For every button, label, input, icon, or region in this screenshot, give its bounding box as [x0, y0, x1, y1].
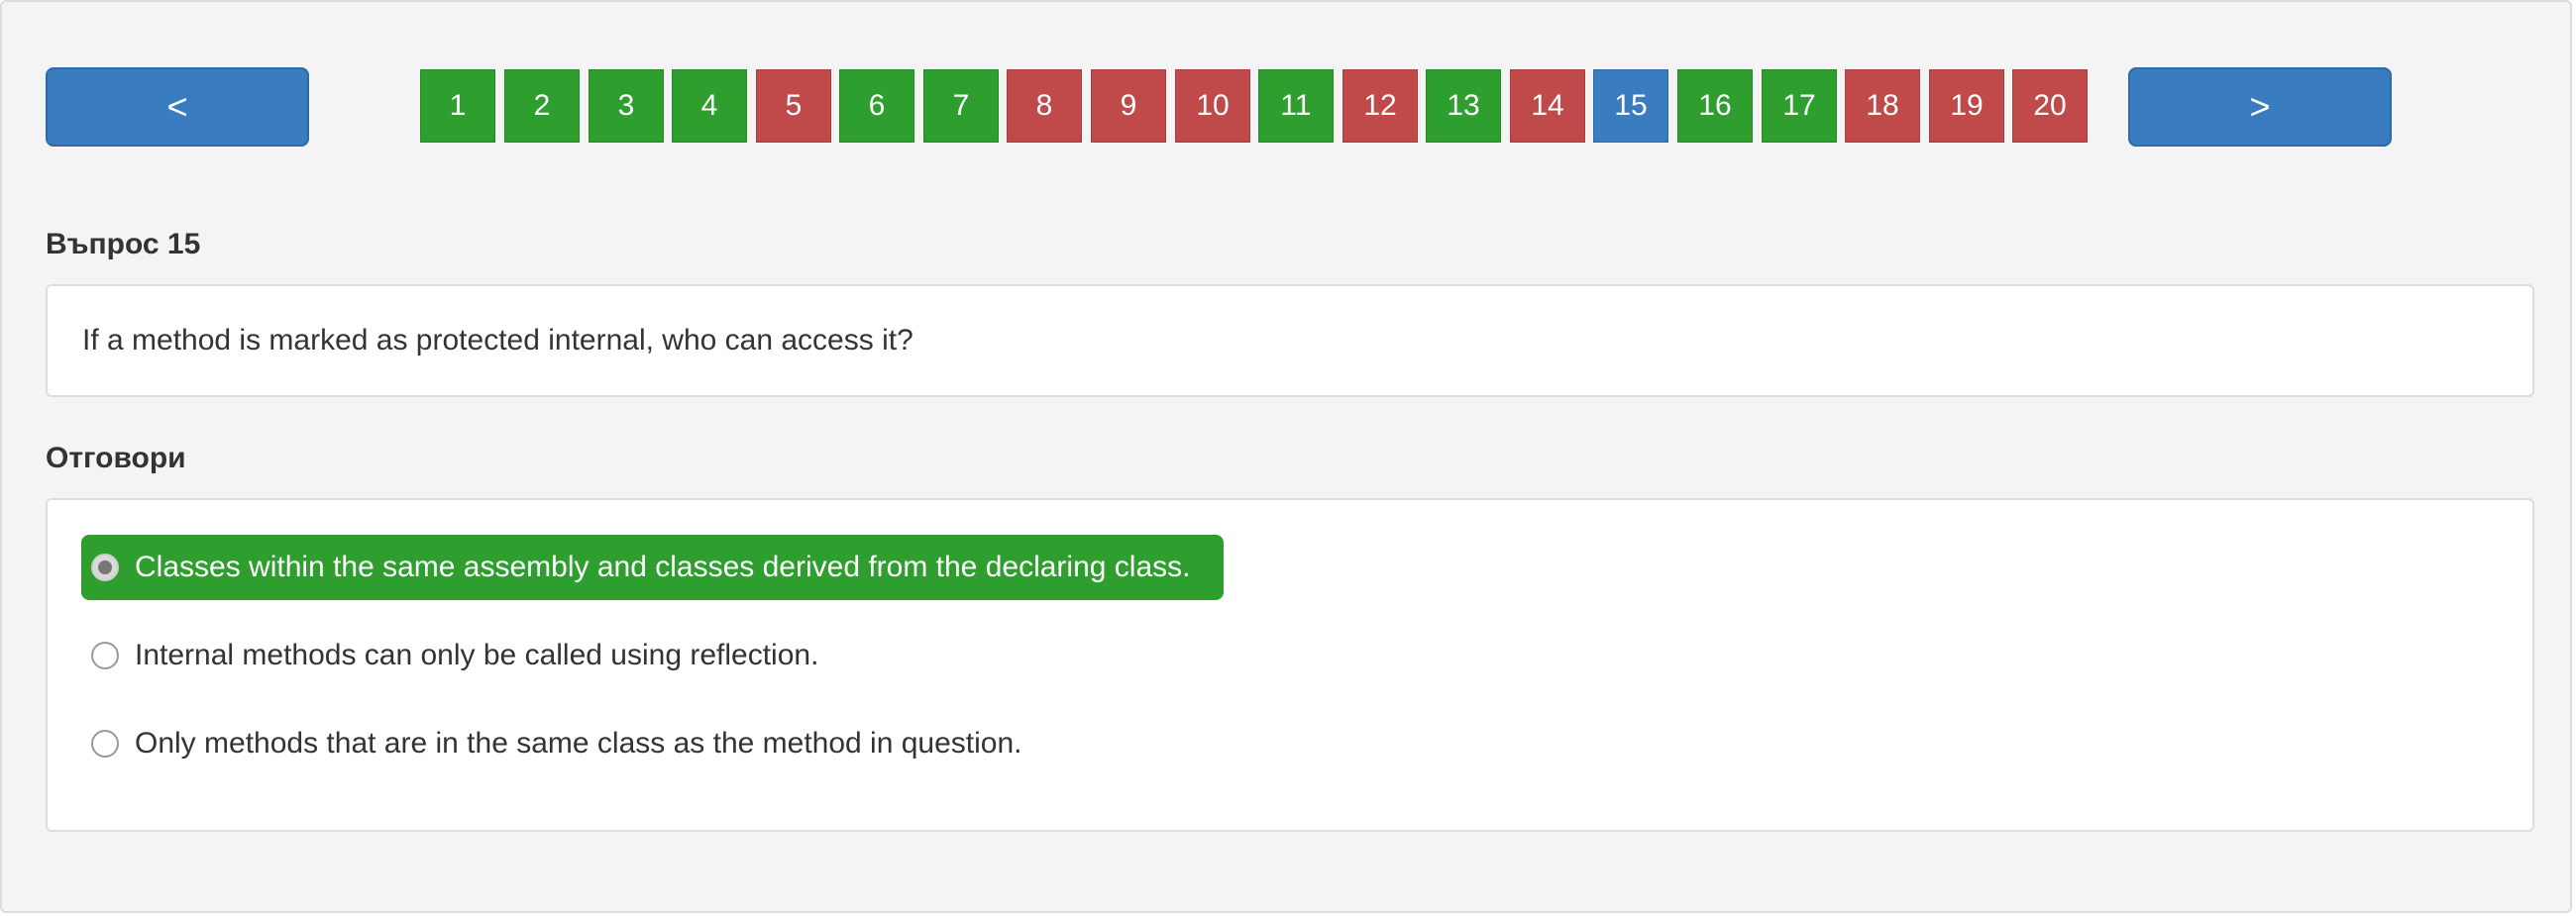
page-14-button[interactable]: 14 — [1510, 69, 1585, 143]
page-16-button[interactable]: 16 — [1677, 69, 1753, 143]
page-8-button[interactable]: 8 — [1007, 69, 1082, 143]
page-6-button[interactable]: 6 — [839, 69, 914, 143]
page-13-button[interactable]: 13 — [1426, 69, 1501, 143]
page-7-button[interactable]: 7 — [923, 69, 999, 143]
answers-heading: Отговори — [46, 442, 186, 474]
page-4-button[interactable]: 4 — [672, 69, 747, 143]
page-5-button[interactable]: 5 — [756, 69, 831, 143]
page-15-button[interactable]: 15 — [1593, 69, 1668, 143]
question-heading: Въпрос 15 — [46, 228, 201, 260]
answer-option-label: Classes within the same assembly and cla… — [135, 551, 1191, 583]
page-11-button[interactable]: 11 — [1258, 69, 1334, 143]
page-10-button[interactable]: 10 — [1175, 69, 1250, 143]
page-17-button[interactable]: 17 — [1762, 69, 1837, 143]
next-question-button[interactable]: > — [2128, 67, 2392, 147]
radio-button-icon[interactable] — [91, 730, 119, 758]
answer-option-2[interactable]: Internal methods can only be called usin… — [81, 623, 852, 688]
answers-box: Classes within the same assembly and cla… — [46, 498, 2534, 832]
answer-option-3[interactable]: Only methods that are in the same class … — [81, 711, 1056, 776]
question-text: If a method is marked as protected inter… — [82, 324, 913, 356]
page-12-button[interactable]: 12 — [1342, 69, 1418, 143]
page-1-button[interactable]: 1 — [420, 69, 495, 143]
radio-button-icon[interactable] — [91, 642, 119, 669]
radio-button-icon[interactable] — [91, 554, 119, 581]
previous-question-button[interactable]: < — [46, 67, 309, 147]
answer-option-1[interactable]: Classes within the same assembly and cla… — [81, 535, 1225, 600]
page-9-button[interactable]: 9 — [1091, 69, 1166, 143]
page-20-button[interactable]: 20 — [2012, 69, 2088, 143]
quiz-panel: < 1 2 3 4 5 6 7 8 9 10 11 12 13 14 15 16… — [0, 0, 2572, 913]
answer-option-label: Only methods that are in the same class … — [135, 727, 1022, 760]
page-18-button[interactable]: 18 — [1845, 69, 1920, 143]
page-3-button[interactable]: 3 — [589, 69, 664, 143]
question-box: If a method is marked as protected inter… — [46, 284, 2534, 397]
page-2-button[interactable]: 2 — [504, 69, 580, 143]
answer-option-label: Internal methods can only be called usin… — [135, 639, 819, 671]
page-19-button[interactable]: 19 — [1929, 69, 2004, 143]
